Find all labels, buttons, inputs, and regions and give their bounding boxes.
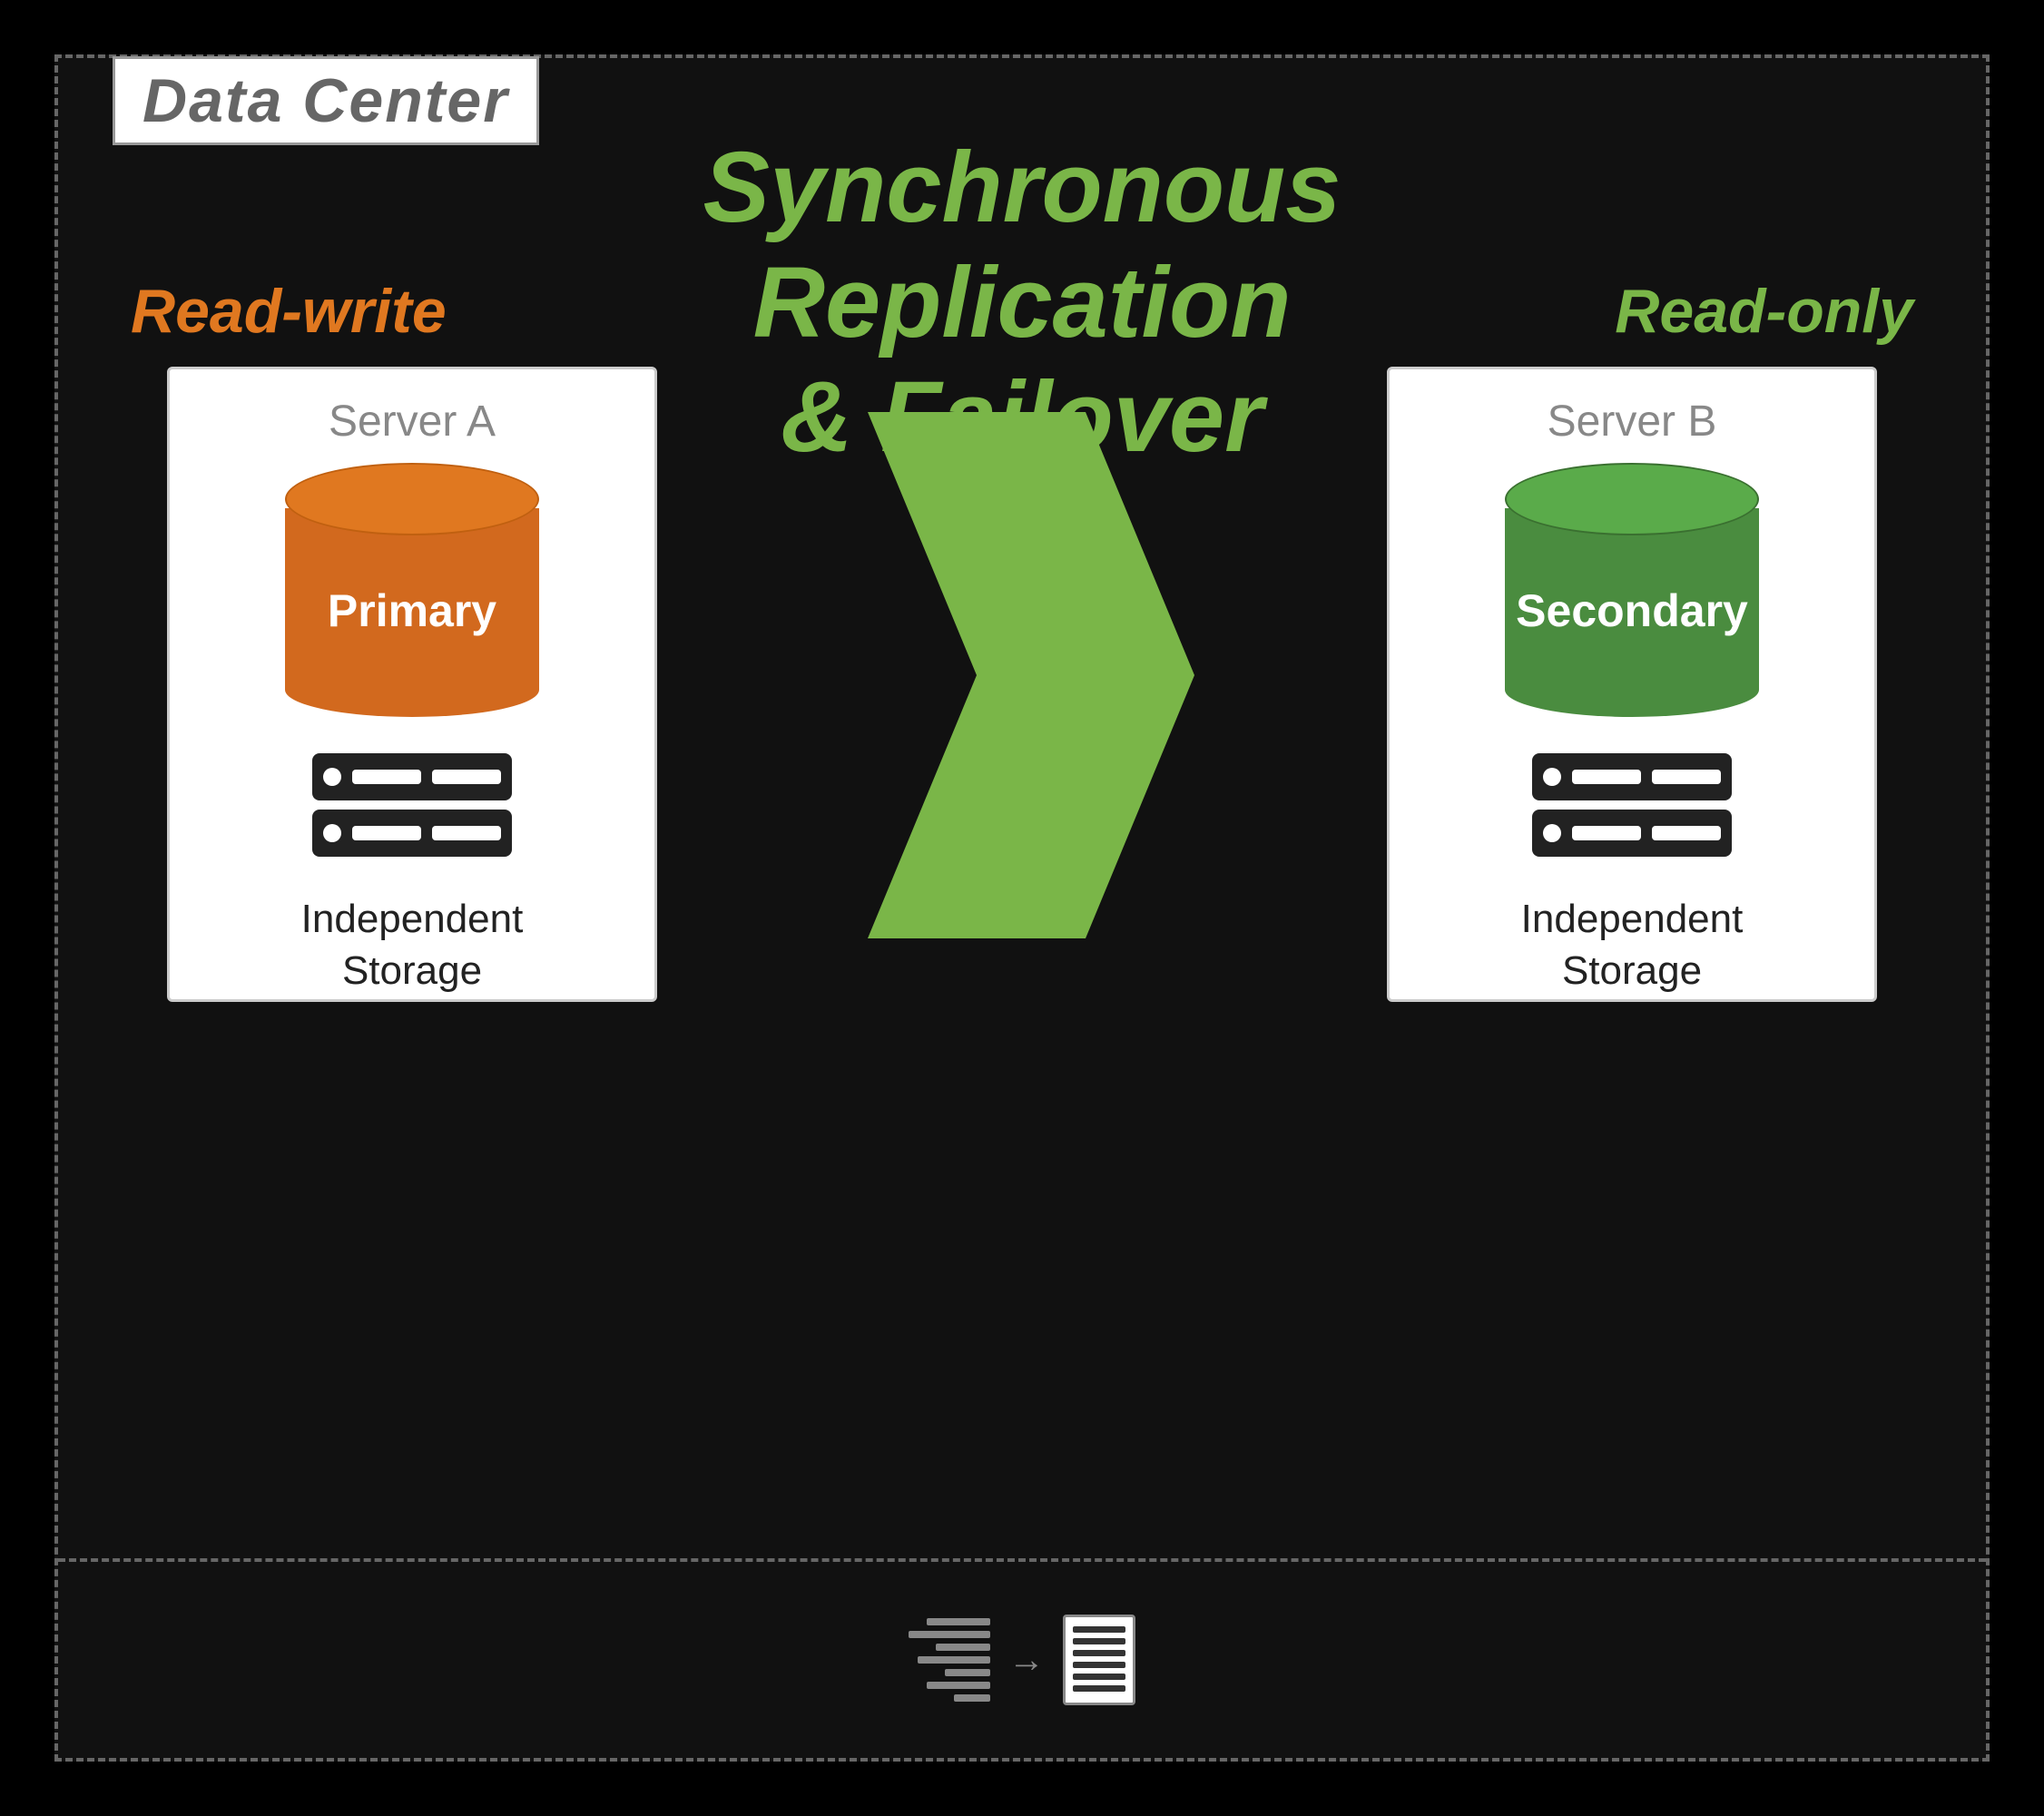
doc-line-5: [1073, 1674, 1125, 1680]
doc-line-3: [1073, 1650, 1125, 1656]
log-line-1: [927, 1618, 990, 1625]
storage-dot-4: [1543, 824, 1561, 842]
log-line-5: [945, 1669, 990, 1676]
storage-bar-8: [1652, 826, 1721, 840]
bottom-section: →: [58, 1558, 1986, 1758]
server-box-primary: Server A Primary Independent Storage: [167, 367, 657, 1002]
log-lines-icon: [909, 1618, 990, 1702]
server-b-label: Server B: [1548, 397, 1717, 447]
primary-database-icon: Primary: [285, 463, 539, 717]
storage-text-line1-left: Independent: [301, 897, 524, 941]
secondary-storage-icon: [1532, 753, 1732, 857]
storage-text-line2-right: Storage: [1562, 948, 1702, 993]
read-write-label: Read-write: [131, 276, 447, 347]
primary-storage-icon: [312, 753, 512, 857]
log-line-2: [909, 1631, 990, 1638]
log-line-6: [927, 1682, 990, 1689]
log-to-doc-arrow: →: [1008, 1640, 1045, 1681]
title-line1: Synchronous: [58, 131, 1986, 246]
db-top-orange: [285, 463, 539, 535]
secondary-storage-text: Independent Storage: [1521, 893, 1744, 996]
storage-bar-2: [432, 770, 501, 784]
storage-bar-7: [1572, 826, 1641, 840]
log-line-3: [936, 1644, 990, 1651]
doc-line-1: [1073, 1626, 1125, 1633]
replication-arrow: [850, 412, 1194, 938]
server-box-secondary: Server B Secondary Independent Storage: [1387, 367, 1877, 1002]
storage-text-line1-right: Independent: [1521, 897, 1744, 941]
data-center-container: Data Center Synchronous Replication & Fa…: [54, 54, 1990, 1762]
storage-unit-1: [312, 753, 512, 800]
doc-line-6: [1073, 1685, 1125, 1692]
primary-storage-text: Independent Storage: [301, 893, 524, 996]
server-a-label: Server A: [329, 397, 496, 447]
bottom-icons: →: [909, 1615, 1135, 1705]
storage-unit-2: [312, 810, 512, 857]
storage-bar-1: [352, 770, 421, 784]
doc-line-4: [1073, 1662, 1125, 1668]
storage-text-line2-left: Storage: [342, 948, 482, 993]
doc-line-2: [1073, 1638, 1125, 1644]
storage-unit-3: [1532, 753, 1732, 800]
secondary-db-label: Secondary: [1516, 584, 1748, 637]
storage-bar-3: [352, 826, 421, 840]
chevron-svg: [850, 412, 1194, 938]
data-center-text: Data Center: [142, 66, 509, 135]
storage-bar-5: [1572, 770, 1641, 784]
storage-dot-1: [323, 768, 341, 786]
read-only-label: Read-only: [1615, 276, 1913, 347]
storage-bar-4: [432, 826, 501, 840]
log-line-7: [954, 1694, 990, 1702]
storage-unit-4: [1532, 810, 1732, 857]
secondary-database-icon: Secondary: [1505, 463, 1759, 717]
primary-db-label: Primary: [328, 584, 496, 637]
storage-dot-3: [1543, 768, 1561, 786]
db-top-green: [1505, 463, 1759, 535]
storage-bar-6: [1652, 770, 1721, 784]
document-icon: [1063, 1615, 1135, 1705]
storage-dot-2: [323, 824, 341, 842]
log-line-4: [918, 1656, 990, 1664]
